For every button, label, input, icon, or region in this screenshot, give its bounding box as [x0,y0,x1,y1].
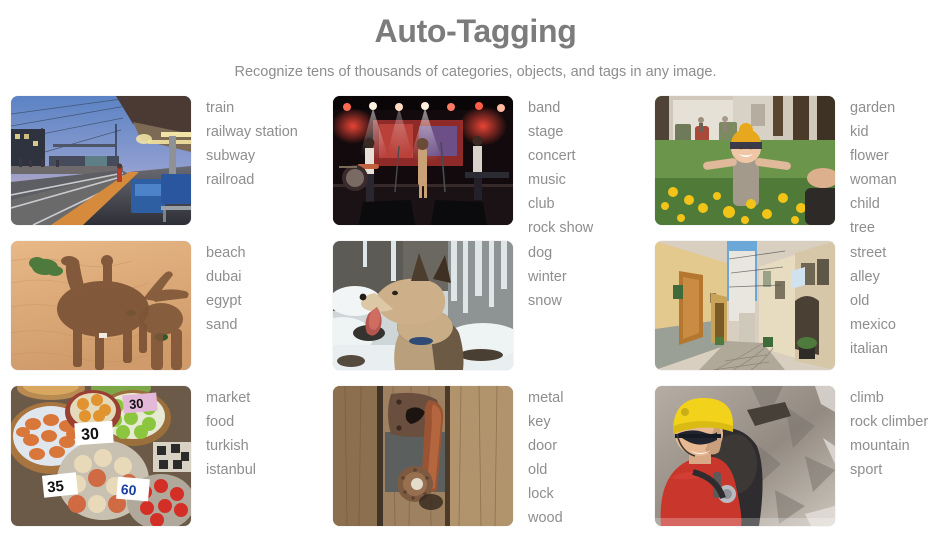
tag-item: sand [206,317,238,333]
tag-item: climb [850,390,884,406]
tag-item: dog [528,245,553,261]
tagged-image-cell: band stage concert music club rock show [322,96,644,241]
svg-text:30: 30 [81,426,100,444]
auto-tagging-page: Auto-Tagging Recognize tens of thousands… [0,0,951,556]
tag-item: wood [528,510,563,526]
tag-item: stage [528,124,564,140]
concert-stage-photo[interactable] [333,96,513,225]
tagged-image-cell: 35 30 30 60 market food turkish istanbul [0,386,322,556]
page-header: Auto-Tagging Recognize tens of thousands… [0,0,951,82]
tag-list: dog winter snow [513,241,644,313]
tag-item: street [850,245,887,261]
svg-text:35: 35 [46,478,64,497]
tag-item: istanbul [206,462,256,478]
door-lock-photo[interactable] [333,386,513,526]
tag-item: food [206,414,235,430]
tag-list: garden kid flower woman child tree [835,96,951,240]
tag-item: old [528,462,548,478]
tag-item: train [206,100,235,116]
tag-item: tree [850,220,875,236]
tag-item: metal [528,390,564,406]
tag-list: street alley old mexico italian [835,241,951,361]
tag-item: mexico [850,317,896,333]
thumbnail-wrapper [322,241,513,370]
tagged-image-grid: train railway station subway railroad ba… [0,96,951,556]
tag-item: beach [206,245,246,261]
tag-item: music [528,172,566,188]
tag-item: lock [528,486,554,502]
tag-item: dubai [206,269,242,285]
tagged-image-cell: climb rock climber mountain sport [644,386,951,556]
tag-item: rock show [528,220,594,236]
thumbnail-wrapper [644,241,835,370]
tag-item: winter [528,269,567,285]
tag-list: metal key door old lock wood [513,386,644,530]
dog-snow-photo[interactable] [333,241,513,370]
tagged-image-cell: metal key door old lock wood [322,386,644,556]
tag-item: market [206,390,251,406]
tag-item: child [850,196,880,212]
tagged-image-cell: train railway station subway railroad [0,96,322,241]
camel-shadow-photo[interactable] [11,241,191,370]
tag-item: snow [528,293,562,309]
tag-item: old [850,293,870,309]
tag-list: train railway station subway railroad [191,96,322,192]
tag-list: beach dubai egypt sand [191,241,322,337]
thumbnail-wrapper [644,386,835,526]
page-title: Auto-Tagging [374,13,577,49]
tag-item: egypt [206,293,242,309]
tag-item: railroad [206,172,255,188]
rock-climber-photo[interactable] [655,386,835,526]
tag-item: door [528,438,558,454]
child-garden-photo[interactable] [655,96,835,225]
alley-street-photo[interactable] [655,241,835,370]
tag-item: subway [206,148,256,164]
thumbnail-wrapper: 35 30 30 60 [0,386,191,526]
tag-item: woman [850,172,897,188]
tag-item: italian [850,341,888,357]
tag-item: alley [850,269,880,285]
tag-item: band [528,100,561,116]
thumbnail-wrapper [322,386,513,526]
tagged-image-cell: street alley old mexico italian [644,241,951,386]
thumbnail-wrapper [322,96,513,225]
thumbnail-wrapper [0,241,191,370]
tag-item: kid [850,124,869,140]
tag-item: turkish [206,438,249,454]
train-platform-photo[interactable] [11,96,191,225]
tag-item: concert [528,148,576,164]
page-subtitle: Recognize tens of thousands of categorie… [234,64,717,81]
thumbnail-wrapper [0,96,191,225]
tag-item: rock climber [850,414,929,430]
tag-list: band stage concert music club rock show [513,96,644,240]
tag-item: railway station [206,124,298,140]
tagged-image-cell: dog winter snow [322,241,644,386]
tagged-image-cell: beach dubai egypt sand [0,241,322,386]
tag-list: market food turkish istanbul [191,386,322,482]
svg-text:30: 30 [128,396,144,412]
market-fruit-photo[interactable]: 35 30 30 60 [11,386,191,526]
tag-item: key [528,414,551,430]
tag-item: garden [850,100,896,116]
tag-item: sport [850,462,883,478]
tag-list: climb rock climber mountain sport [835,386,951,482]
tagged-image-cell: garden kid flower woman child tree [644,96,951,241]
tag-item: mountain [850,438,910,454]
svg-text:60: 60 [120,481,137,498]
tag-item: club [528,196,555,212]
tag-item: flower [850,148,889,164]
thumbnail-wrapper [644,96,835,225]
